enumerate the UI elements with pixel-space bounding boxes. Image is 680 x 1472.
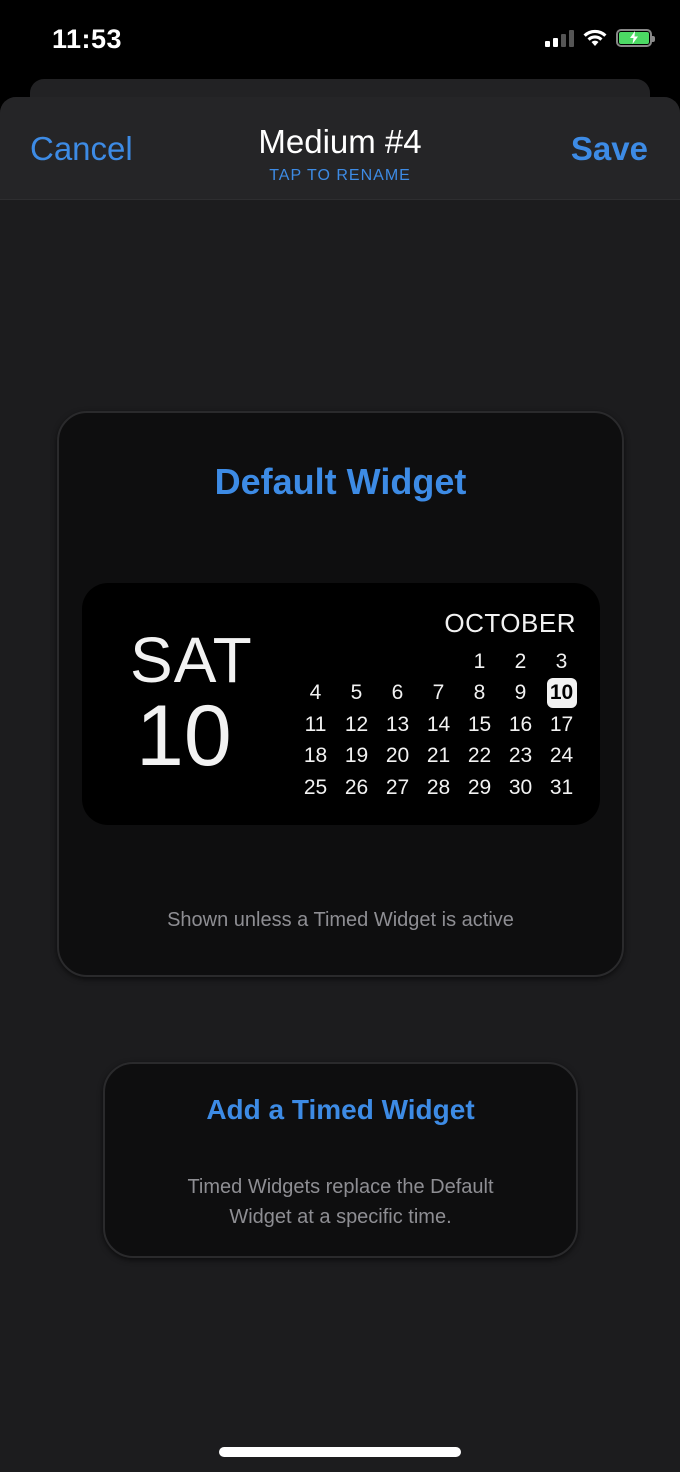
battery-charging-icon — [616, 28, 655, 47]
bolt-icon — [630, 31, 638, 44]
tap-to-rename-hint: TAP TO RENAME — [269, 167, 411, 184]
calendar-blank-cell — [336, 646, 377, 678]
navigation-bar: Cancel Medium #4 TAP TO RENAME Save — [0, 97, 680, 200]
calendar-day-today: 10 — [546, 678, 577, 709]
widget-editor-sheet: Cancel Medium #4 TAP TO RENAME Save Defa… — [0, 97, 680, 1472]
battery-fill — [619, 31, 649, 44]
calendar-blank-cell — [295, 646, 336, 678]
calendar-day: 26 — [344, 775, 369, 799]
calendar-day: 7 — [432, 681, 445, 705]
timed-widget-description-line1: Timed Widgets replace the Default — [187, 1176, 494, 1198]
calendar-day: 13 — [385, 712, 410, 736]
calendar-day: 2 — [514, 649, 527, 673]
calendar-day: 11 — [304, 712, 327, 736]
calendar-day: 3 — [555, 649, 568, 673]
day-number: 10 — [136, 688, 232, 784]
calendar-day: 4 — [309, 681, 322, 705]
calendar-day: 30 — [508, 775, 533, 799]
default-widget-card[interactable]: Default Widget SAT 10 OCTOBER 1234567891… — [57, 411, 624, 977]
month-label: OCTOBER — [444, 608, 576, 638]
save-button[interactable]: Save — [571, 130, 648, 168]
calendar-day: 18 — [303, 744, 328, 768]
calendar-day: 20 — [385, 744, 410, 768]
calendar-day: 8 — [473, 681, 486, 705]
calendar-day: 23 — [508, 744, 533, 768]
timed-widget-description: Timed Widgets replace the Default Widget… — [105, 1172, 576, 1232]
calendar-grid: 1 2 3 4 5 6 7 8 9 10 11 12 13 14 15 16 17 18 19 20 21 22 23 24 2… — [295, 646, 582, 804]
wifi-icon — [582, 28, 608, 47]
calendar-day: 27 — [385, 775, 410, 799]
day-name: SAT — [130, 624, 253, 696]
status-time: 11:53 — [52, 24, 123, 54]
add-timed-widget-button[interactable]: Add a Timed Widget Timed Widgets replace… — [103, 1062, 578, 1258]
cellular-signal-icon — [545, 29, 574, 47]
calendar-day: 28 — [426, 775, 451, 799]
calendar-day: 25 — [303, 775, 328, 799]
calendar-day: 22 — [467, 744, 492, 768]
status-icons — [545, 28, 655, 47]
calendar-blank-cell — [377, 646, 418, 678]
battery-cap — [652, 35, 655, 42]
timed-widget-description-line2: Widget at a specific time. — [229, 1206, 452, 1228]
calendar-day: 31 — [549, 775, 574, 799]
calendar-day: 5 — [350, 681, 363, 705]
default-widget-title: Default Widget — [214, 461, 467, 502]
calendar-blank-cell — [418, 646, 459, 678]
calendar-day: 29 — [467, 775, 492, 799]
calendar-widget-preview: SAT 10 OCTOBER 1 2 3 4 5 6 7 8 9 10 11 12 13 14 15 16 17… — [82, 583, 600, 825]
status-bar: 11:53 — [0, 0, 680, 80]
calendar-day: 19 — [344, 744, 369, 768]
calendar-day: 1 — [473, 649, 486, 673]
calendar-day: 16 — [508, 712, 533, 736]
add-timed-widget-title: Add a Timed Widget — [206, 1094, 475, 1125]
default-widget-description: Shown unless a Timed Widget is active — [167, 909, 514, 931]
home-indicator[interactable] — [219, 1447, 461, 1457]
calendar-day: 14 — [426, 712, 451, 736]
calendar-day: 12 — [344, 712, 369, 736]
calendar-day: 17 — [549, 712, 574, 736]
calendar-day: 15 — [467, 712, 492, 736]
calendar-day: 24 — [549, 744, 574, 768]
calendar-day: 21 — [426, 744, 451, 768]
calendar-day: 6 — [391, 681, 404, 705]
calendar-day: 9 — [514, 681, 527, 705]
